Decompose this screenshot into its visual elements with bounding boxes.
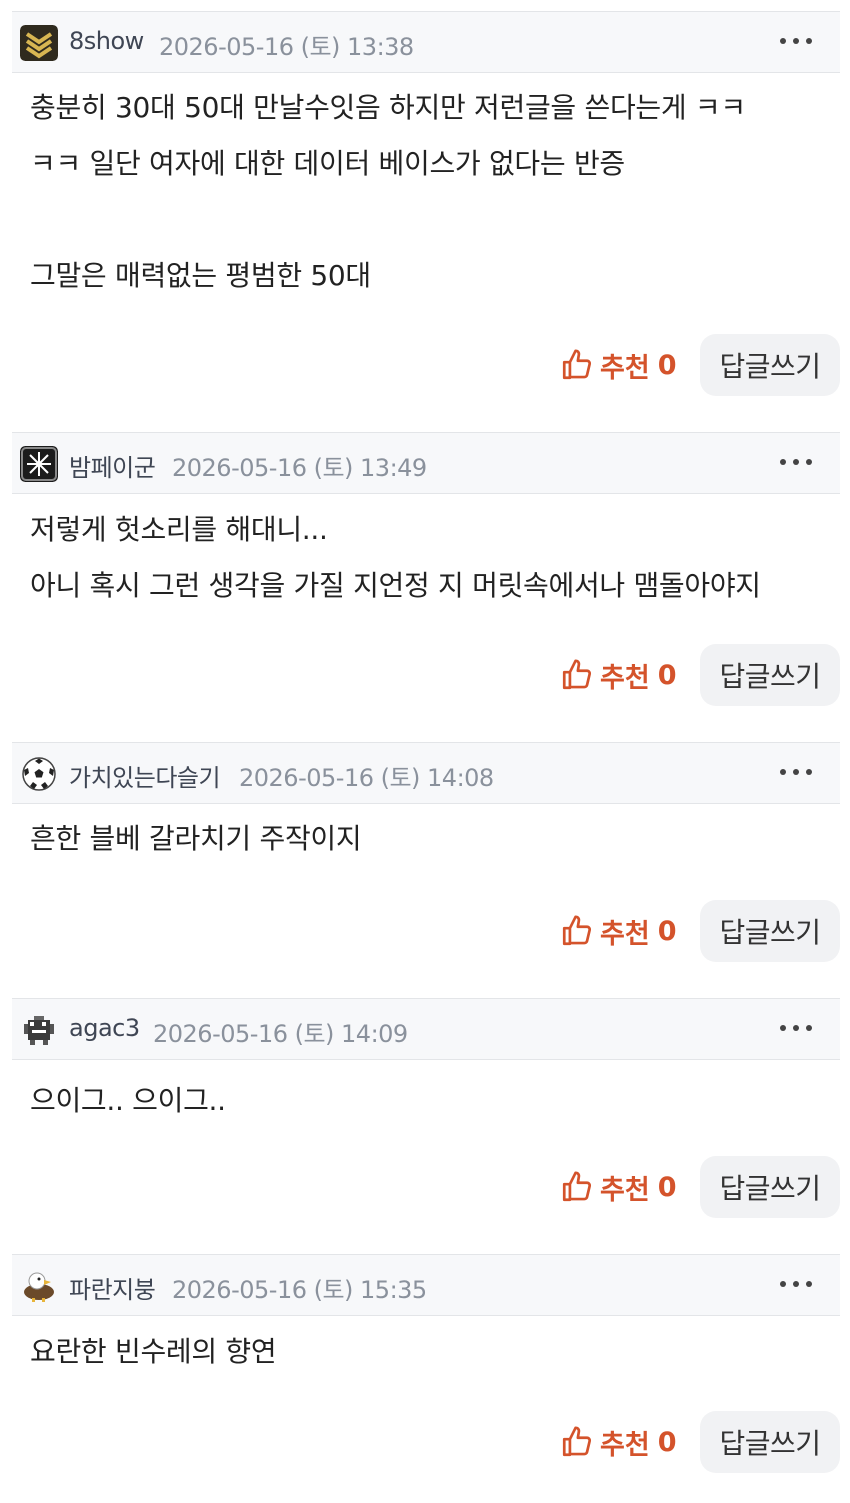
reply-button[interactable]: 답글쓰기 xyxy=(700,1411,840,1473)
like-count: 0 xyxy=(657,1426,677,1458)
comment-date: 2026-05-16 (토) 15:35 xyxy=(172,1276,427,1304)
like-label: 추천 xyxy=(600,918,650,950)
eagle-icon[interactable] xyxy=(20,1268,58,1304)
comment-date: 2026-05-16 (토) 13:38 xyxy=(159,33,414,61)
comment-author[interactable]: 가치있는다슬기 xyxy=(69,758,221,793)
like-button[interactable]: 추천 0 xyxy=(560,345,680,385)
like-label: 추천 xyxy=(600,1174,650,1206)
comment-header: agac3 2026-05-16 (토) 14:09 xyxy=(12,998,840,1060)
more-options-icon[interactable] xyxy=(776,28,816,54)
like-label: 추천 xyxy=(600,662,650,694)
comment-author[interactable]: 8show xyxy=(69,27,144,55)
comment-body: 흔한 블베 갈라치기 주작이지 xyxy=(30,811,830,867)
comment-body: 저렇게 헛소리를 해대니... 아니 혹시 그런 생각을 가질 지언정 지 머릿… xyxy=(30,502,830,614)
comment-author[interactable]: 파란지붕 xyxy=(69,1270,156,1305)
comment-date: 2026-05-16 (토) 14:09 xyxy=(153,1020,408,1048)
comment-header: 8show 2026-05-16 (토) 13:38 xyxy=(12,11,840,73)
comment-line: 충분히 30대 50대 만날수잇음 하지만 저런글을 쓴다는게 ㅋㅋ xyxy=(30,91,746,124)
thumbs-up-icon xyxy=(562,349,592,380)
comment-author[interactable]: 밤페이군 xyxy=(69,448,156,483)
comment-date: 2026-05-16 (토) 14:08 xyxy=(239,764,494,792)
pixel-creature-icon[interactable] xyxy=(20,1012,58,1048)
comment-header: 밤페이군 2026-05-16 (토) 13:49 xyxy=(12,432,840,494)
like-count: 0 xyxy=(657,1171,677,1203)
thumbs-up-icon xyxy=(562,1171,592,1202)
comment-line: ㅋㅋ 일단 여자에 대한 데이터 베이스가 없다는 반증 xyxy=(30,147,625,180)
thumbs-up-icon xyxy=(562,1426,592,1457)
comment-date: 2026-05-16 (토) 13:49 xyxy=(172,454,427,482)
like-button[interactable]: 추천 0 xyxy=(560,911,680,951)
comment-body: 충분히 30대 50대 만날수잇음 하지만 저런글을 쓴다는게 ㅋㅋ ㅋㅋ 일단… xyxy=(30,80,830,304)
like-button[interactable]: 추천 0 xyxy=(560,1167,680,1207)
more-options-icon[interactable] xyxy=(776,449,816,475)
comment-line: 요란한 빈수레의 향연 xyxy=(30,1335,277,1368)
sergeant-rank-icon[interactable] xyxy=(20,25,58,61)
soccer-ball-icon[interactable] xyxy=(20,756,58,792)
like-button[interactable]: 추천 0 xyxy=(560,655,680,695)
like-count: 0 xyxy=(657,349,677,381)
like-count: 0 xyxy=(657,915,677,947)
comment-line: 그말은 매력없는 평범한 50대 xyxy=(30,259,371,292)
comment-line: 저렇게 헛소리를 해대니... xyxy=(30,513,328,546)
reply-button[interactable]: 답글쓰기 xyxy=(700,334,840,396)
reply-button[interactable]: 답글쓰기 xyxy=(700,1156,840,1218)
like-label: 추천 xyxy=(600,1429,650,1461)
comment-line xyxy=(30,192,830,248)
thumbs-up-icon xyxy=(562,659,592,690)
comment-list: 8show 2026-05-16 (토) 13:38 충분히 30대 50대 만… xyxy=(0,0,850,1503)
comment-line: 으이그.. 으이그.. xyxy=(30,1084,226,1117)
like-button[interactable]: 추천 0 xyxy=(560,1422,680,1462)
like-count: 0 xyxy=(657,659,677,691)
comment-body: 으이그.. 으이그.. xyxy=(30,1073,830,1129)
thumbs-up-icon xyxy=(562,915,592,946)
reply-button[interactable]: 답글쓰기 xyxy=(700,644,840,706)
comment-line: 흔한 블베 갈라치기 주작이지 xyxy=(30,822,362,855)
comment-body: 요란한 빈수레의 향연 xyxy=(30,1324,830,1380)
like-label: 추천 xyxy=(600,352,650,384)
reply-button[interactable]: 답글쓰기 xyxy=(700,900,840,962)
comment-header: 파란지붕 2026-05-16 (토) 15:35 xyxy=(12,1254,840,1316)
comment-header: 가치있는다슬기 2026-05-16 (토) 14:08 xyxy=(12,742,840,804)
more-options-icon[interactable] xyxy=(776,759,816,785)
snowflake-badge-icon[interactable] xyxy=(20,446,58,482)
comment-author[interactable]: agac3 xyxy=(69,1014,140,1042)
more-options-icon[interactable] xyxy=(776,1015,816,1041)
more-options-icon[interactable] xyxy=(776,1271,816,1297)
comment-line: 아니 혹시 그런 생각을 가질 지언정 지 머릿속에서나 맴돌아야지 xyxy=(30,569,761,602)
